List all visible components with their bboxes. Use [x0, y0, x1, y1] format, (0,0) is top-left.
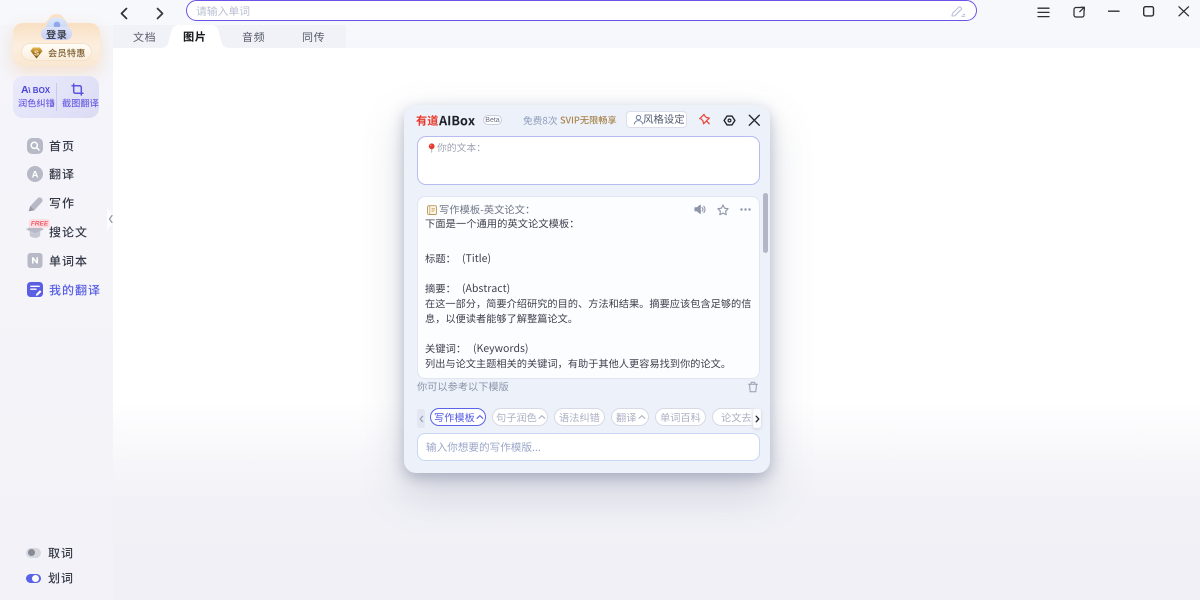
svg-text:FREE: FREE	[30, 221, 48, 227]
svg-text:\: \	[28, 86, 31, 95]
svg-text:A: A	[32, 169, 39, 180]
svg-text:S: S	[33, 49, 38, 58]
svg-text:BOX: BOX	[32, 86, 49, 95]
svg-text:Beta: Beta	[485, 117, 500, 124]
